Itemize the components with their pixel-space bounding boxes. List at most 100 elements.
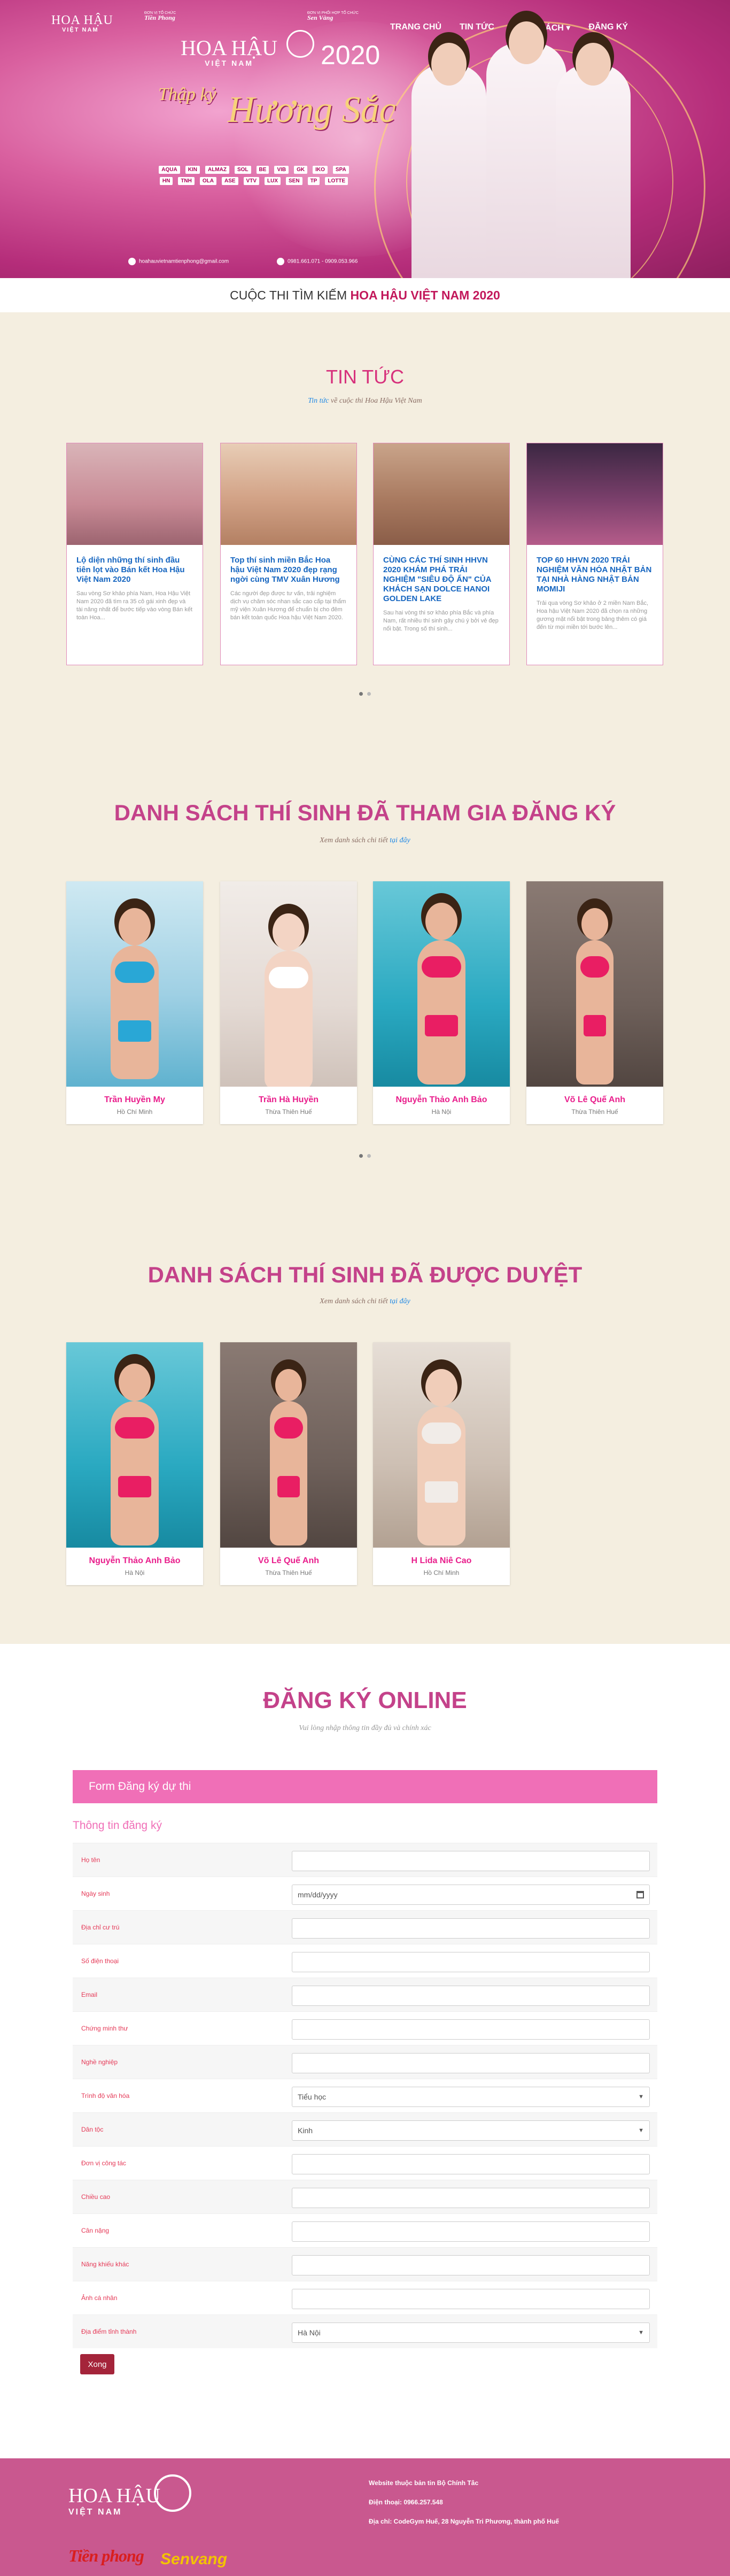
news-card[interactable]: Top thí sinh miền Bắc Hoa hậu Việt Nam 2…	[220, 443, 357, 665]
organizer-tag: ĐƠN VỊ TỔ CHỨC Tiền Phong	[144, 11, 176, 21]
form-row: Nghề nghiệp	[73, 2045, 657, 2079]
model-figure	[486, 21, 566, 278]
contestant-card[interactable]: Trần Hà Huyền Thừa Thiên Huế	[220, 881, 357, 1124]
contestant-figure	[417, 1369, 465, 1545]
calendar-icon[interactable]	[636, 1891, 644, 1898]
ethnicity-value: Kinh	[298, 2126, 313, 2135]
contestant-figure	[417, 903, 465, 1085]
nav-news[interactable]: TIN TỨC	[460, 22, 494, 33]
organizer-name: Tiền Phong	[144, 14, 175, 21]
hero-logo: HOA HẬU VIỆT NAM 2020	[181, 30, 380, 70]
form-row: Trình độ văn hóa Tiểu học ▼	[73, 2079, 657, 2112]
carousel-dot[interactable]	[359, 692, 363, 696]
contestant-place: Thừa Thiên Huế	[265, 1108, 312, 1116]
chevron-down-icon: ▼	[638, 2094, 644, 2100]
field-label: Dân tộc	[81, 2126, 104, 2133]
field-label: Chiều cao	[81, 2193, 111, 2201]
contestant-card[interactable]: Võ Lê Quế Anh Thừa Thiên Huế	[220, 1342, 357, 1585]
news-card-title[interactable]: Top thí sinh miền Bắc Hoa hậu Việt Nam 2…	[230, 556, 347, 585]
sponsor-logo: ALMAZ	[205, 166, 229, 174]
talent-input[interactable]	[292, 2255, 650, 2275]
brand-logo[interactable]: HOA HẬU VIỆT NAM	[51, 14, 113, 33]
contestant-card[interactable]: Võ Lê Quế Anh Thừa Thiên Huế	[526, 881, 663, 1124]
birthdate-input[interactable]: mm/dd/yyyy	[292, 1885, 650, 1905]
contestant-place: Hồ Chí Minh	[117, 1108, 153, 1116]
brand-line2: VIỆT NAM	[62, 27, 99, 33]
news-card-title[interactable]: Lộ diện những thí sinh đầu tiên lọt vào …	[76, 556, 193, 585]
field-label: Ngày sinh	[81, 1890, 110, 1897]
sponsor-logos: AQUA KIN ALMAZ SOL BE VIB GK IKO SPA HN TNH OLA ASE V…	[155, 166, 353, 185]
submit-button[interactable]: Xong	[80, 2354, 114, 2374]
news-card[interactable]: TOP 60 HHVN 2020 TRẢI NGHIỆM VĂN HÓA NHẬ…	[526, 443, 663, 665]
nav-home[interactable]: TRANG CHỦ	[390, 22, 441, 33]
news-card-title[interactable]: TOP 60 HHVN 2020 TRẢI NGHIỆM VĂN HÓA NHẬ…	[537, 556, 653, 594]
ethnicity-select[interactable]: Kinh ▼	[292, 2120, 650, 2141]
footer-website: Website thuộc bản tin Bộ Chính Tâc	[369, 2479, 479, 2487]
contestant-figure	[111, 1364, 159, 1545]
field-label: Họ tên	[81, 1856, 100, 1864]
sponsor-logo: ASE	[221, 177, 238, 185]
contestant-name: H Lida Niê Cao	[411, 1556, 472, 1565]
registered-detail-link[interactable]: tại đây	[390, 836, 410, 844]
hero-slogan: Thập kỷ Hương Sắc	[158, 84, 396, 130]
approved-subtitle: Xem danh sách chi tiết tại đây	[0, 1297, 730, 1306]
form-row: Cân nặng	[73, 2213, 657, 2247]
contestant-card[interactable]: Nguyễn Thảo Anh Bảo Hà Nội	[373, 881, 510, 1124]
news-card-title[interactable]: CÙNG CÁC THÍ SINH HHVN 2020 KHÁM PHÁ TRẢ…	[383, 556, 500, 604]
form-row: Đơn vị công tác	[73, 2146, 657, 2180]
contestant-photo	[220, 1342, 357, 1548]
nav-register[interactable]: ĐĂNG KÝ	[588, 22, 628, 33]
form-section-subtitle: Vui lòng nhập thông tin đầy đủ và chính …	[299, 1724, 431, 1732]
form-section-title: ĐĂNG KÝ ONLINE	[263, 1687, 467, 1713]
carousel-dot[interactable]	[359, 1154, 363, 1158]
field-label: Số điện thoại	[81, 1957, 119, 1965]
carousel-dot[interactable]	[367, 692, 371, 696]
footer-brand-line2: VIỆT NAM	[68, 2508, 122, 2517]
education-select[interactable]: Tiểu học ▼	[292, 2087, 650, 2107]
contact-strip: hoahauvietnamtienphong@gmail.com 0981.66…	[128, 258, 358, 265]
occupation-input[interactable]	[292, 2053, 650, 2073]
news-thumbnail	[67, 443, 203, 545]
id-card-input[interactable]	[292, 2019, 650, 2040]
news-card[interactable]: Lộ diện những thí sinh đầu tiên lọt vào …	[66, 443, 203, 665]
contestant-card[interactable]: H Lida Niê Cao Hồ Chí Minh	[373, 1342, 510, 1585]
approved-detail-link[interactable]: tại đây	[390, 1297, 410, 1305]
email-text: hoahauvietnamtienphong@gmail.com	[139, 258, 229, 265]
sponsor-logo: GK	[294, 166, 308, 174]
sponsor-logo: IKO	[313, 166, 328, 174]
phone-input[interactable]	[292, 1952, 650, 1972]
workplace-input[interactable]	[292, 2154, 650, 2174]
photo-input[interactable]	[292, 2289, 650, 2309]
phone-icon	[277, 258, 285, 265]
form-header: Form Đăng ký dự thi	[73, 1770, 657, 1803]
carousel-dot[interactable]	[367, 1154, 371, 1158]
sponsor-logo: KIN	[185, 166, 200, 174]
news-link[interactable]: Tin tức	[308, 397, 329, 405]
contestant-name: Trần Hà Huyền	[258, 1095, 319, 1104]
news-title: TIN TỨC	[325, 366, 405, 388]
province-value: Hà Nội	[298, 2328, 321, 2337]
form-subheading: Thông tin đăng ký	[73, 1819, 162, 1832]
weight-input[interactable]	[292, 2221, 650, 2242]
fullname-input[interactable]	[292, 1851, 650, 1871]
field-label: Cân nặng	[81, 2227, 110, 2234]
footer-logo: HOA HẬU VIỆT NAM	[68, 2484, 160, 2517]
coorganizer-tag: ĐƠN VỊ PHỐI HỢP TỔ CHỨC Sen Vàng	[307, 11, 359, 21]
sponsor-logo: SPA	[332, 166, 349, 174]
contestant-card[interactable]: Trần Huyền My Hồ Chí Minh	[66, 881, 203, 1124]
form-row: Năng khiếu khác	[73, 2247, 657, 2281]
contestant-card[interactable]: Nguyễn Thảo Anh Bảo Hà Nội	[66, 1342, 203, 1585]
field-label: Địa điểm tỉnh thành	[81, 2328, 137, 2335]
news-card[interactable]: CÙNG CÁC THÍ SINH HHVN 2020 KHÁM PHÁ TRẢ…	[373, 443, 510, 665]
approved-title: DANH SÁCH THÍ SINH ĐÃ ĐƯỢC DUYỆT	[147, 1262, 583, 1287]
contestant-photo	[220, 881, 357, 1087]
registered-subtitle: Xem danh sách chi tiết tại đây	[0, 836, 730, 845]
address-input[interactable]	[292, 1918, 650, 1939]
email-input[interactable]	[292, 1986, 650, 2006]
footer-address: Địa chỉ: CodeGym Huế, 28 Nguyễn Tri Phươ…	[369, 2518, 559, 2525]
registered-title: DANH SÁCH THÍ SINH ĐÃ THAM GIA ĐĂNG KÝ	[114, 800, 616, 825]
province-select[interactable]: Hà Nội ▼	[292, 2323, 650, 2343]
height-input[interactable]	[292, 2188, 650, 2208]
news-subtitle-rest: về cuộc thi Hoa Hậu Việt Nam	[329, 397, 422, 405]
contestant-figure	[270, 1369, 307, 1545]
